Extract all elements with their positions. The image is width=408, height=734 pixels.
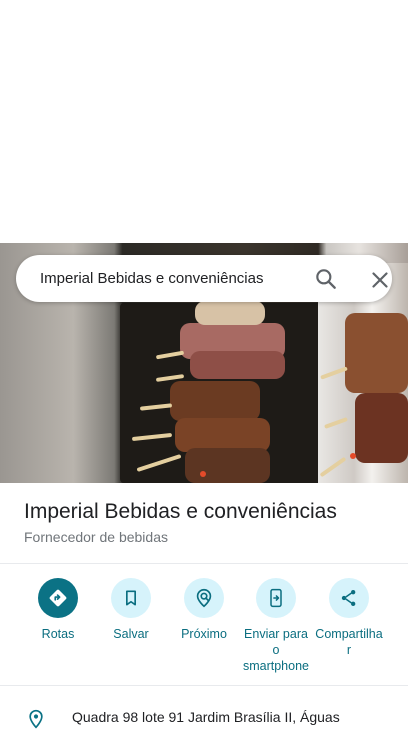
location-pin-icon (26, 709, 46, 729)
map-blank-area (0, 0, 408, 243)
save-button[interactable]: Salvar (96, 578, 166, 642)
address-text[interactable]: Quadra 98 lote 91 Jardim Brasília II, Ág… (72, 709, 340, 725)
send-to-phone-label: Enviar para o smartphone (242, 627, 309, 673)
send-to-phone-icon (256, 578, 296, 618)
nearby-icon (184, 578, 224, 618)
save-label: Salvar (113, 627, 149, 641)
directions-label: Rotas (41, 627, 75, 641)
send-to-phone-button[interactable]: Enviar para o smartphone (241, 578, 311, 674)
divider (0, 685, 408, 686)
search-bar[interactable]: Imperial Bebidas e conveniências (16, 255, 392, 302)
share-label: Compartilhar (315, 627, 383, 657)
share-button[interactable]: Compartilhar (314, 578, 384, 658)
nearby-label: Próximo (181, 627, 227, 641)
close-icon[interactable] (367, 267, 393, 293)
search-icon[interactable] (313, 266, 339, 292)
directions-icon (38, 578, 78, 618)
place-category[interactable]: Fornecedor de bebidas (24, 529, 168, 545)
bookmark-icon (111, 578, 151, 618)
nearby-button[interactable]: Próximo (169, 578, 239, 642)
search-input[interactable]: Imperial Bebidas e conveniências (40, 255, 263, 302)
divider (0, 563, 408, 564)
place-title: Imperial Bebidas e conveniências (24, 500, 337, 523)
directions-button[interactable]: Rotas (23, 578, 93, 642)
share-icon (329, 578, 369, 618)
